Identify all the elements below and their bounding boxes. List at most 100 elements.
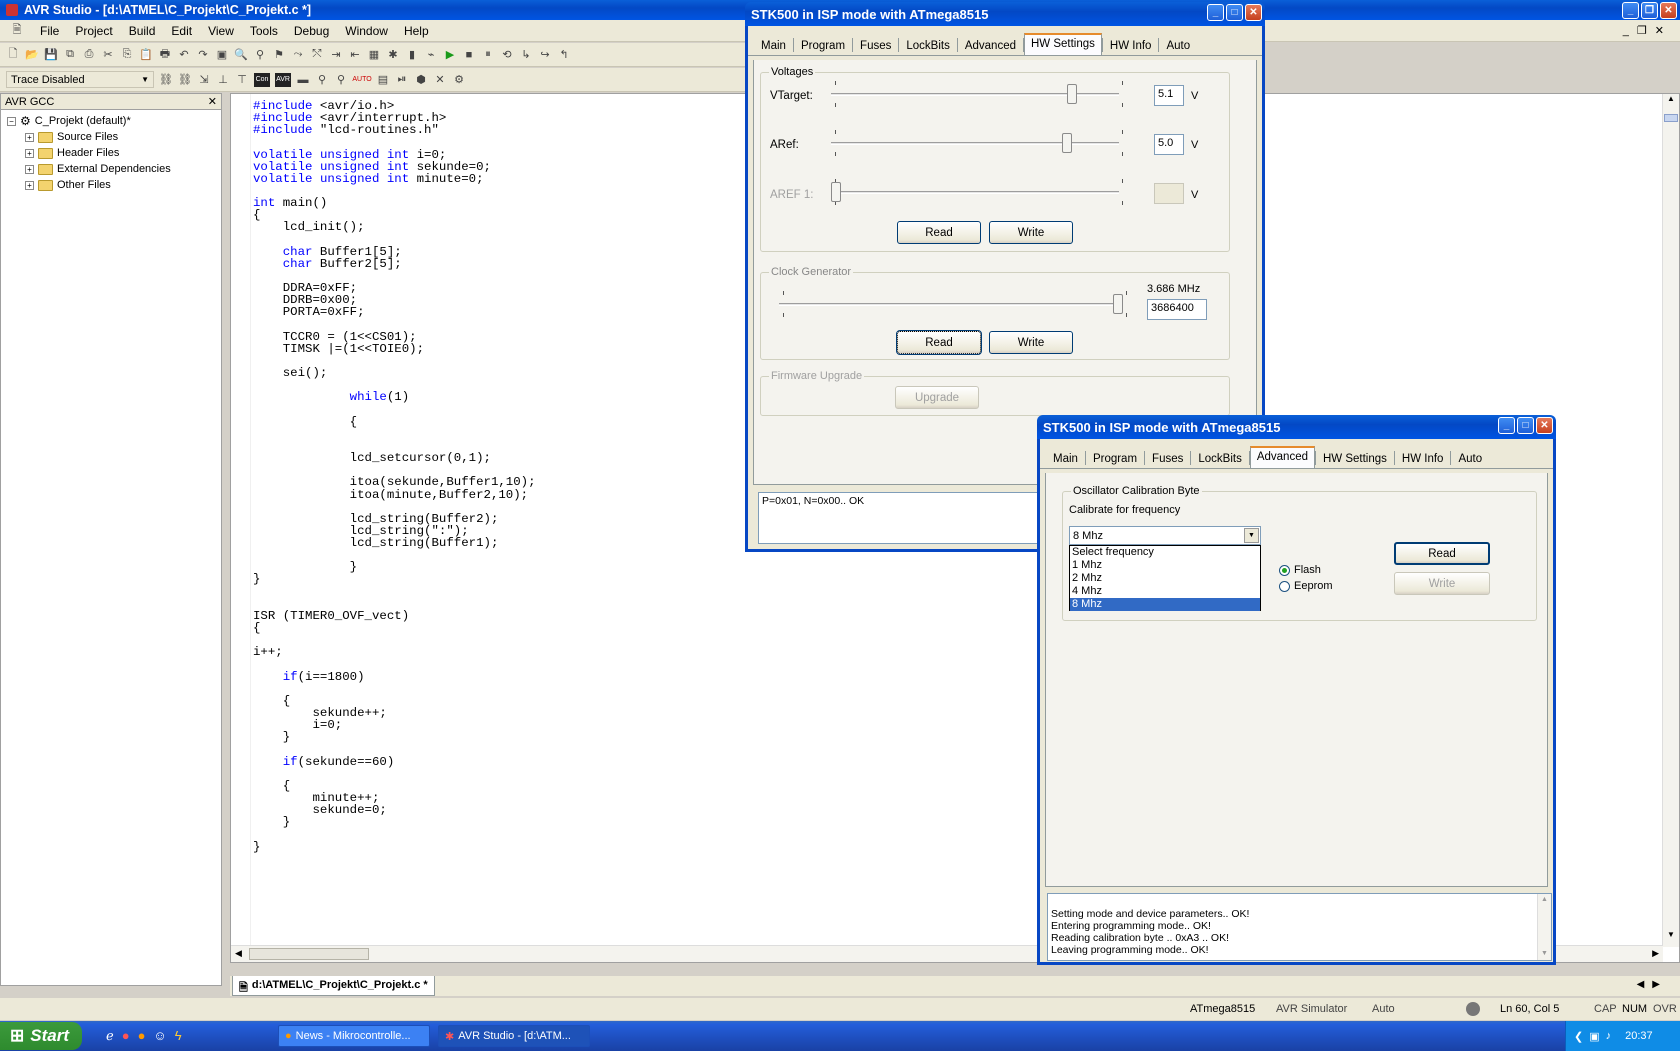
firefox-icon[interactable]: ● — [138, 1028, 146, 1044]
tree-item[interactable]: + External Dependencies — [7, 161, 221, 177]
tab-program[interactable]: Program — [1085, 449, 1145, 468]
scroll-down-icon[interactable]: ▼ — [1538, 948, 1551, 960]
chevron-down-icon[interactable]: ▼ — [1244, 528, 1259, 543]
vtarget-input[interactable]: 5.1 — [1154, 85, 1184, 106]
calibration-read-button[interactable]: Read — [1394, 542, 1490, 565]
clock-write-button[interactable]: Write — [989, 331, 1073, 354]
tray-arrow-icon[interactable]: ❮ — [1574, 1030, 1583, 1043]
tab-main[interactable]: Main — [1046, 449, 1085, 468]
tab-hw-settings[interactable]: HW Settings — [1316, 449, 1394, 468]
tab-program[interactable]: Program — [793, 36, 853, 55]
opera-icon[interactable]: ● — [122, 1028, 130, 1044]
playback-icon[interactable]: ⏯ — [395, 73, 409, 87]
scroll-right-icon[interactable]: ▶ — [1652, 948, 1659, 959]
messenger-icon[interactable]: ☺ — [153, 1028, 166, 1044]
dropdown-option[interactable]: 4 Mhz — [1070, 585, 1260, 598]
scroll-up-icon[interactable]: ▲ — [1538, 894, 1551, 906]
auto-icon[interactable]: AUTO — [352, 73, 371, 87]
mdi-controls[interactable]: _❐✕ — [1623, 24, 1672, 37]
document-tab[interactable]: 🗎 d:\ATMEL\C_Projekt\C_Projekt.c * — [232, 976, 435, 996]
open-folder-icon[interactable]: 📂 — [25, 48, 39, 62]
menu-help[interactable]: Help — [396, 24, 437, 38]
chip-icon[interactable]: ⬢ — [414, 73, 428, 87]
code-text[interactable]: #include <avr/io.h> #include <avr/interru… — [253, 100, 536, 853]
tree-item[interactable]: + Source Files — [7, 129, 221, 145]
tab-auto[interactable]: Auto — [1451, 449, 1490, 468]
scroll-up-icon[interactable]: ▲ — [1663, 94, 1679, 111]
voltages-write-button[interactable]: Write — [989, 221, 1073, 244]
reset-icon[interactable]: ⟲ — [500, 48, 514, 62]
flash-radio[interactable]: Flash — [1279, 564, 1321, 576]
tab-advanced[interactable]: Advanced — [1249, 446, 1315, 468]
step-out-icon[interactable]: ↰ — [557, 48, 571, 62]
menu-window[interactable]: Window — [337, 24, 396, 38]
program-chip-icon[interactable]: ▮ — [405, 48, 419, 62]
eeprom-radio[interactable]: Eeprom — [1279, 580, 1333, 592]
network-icon[interactable]: ▣ — [1589, 1030, 1599, 1043]
menu-project[interactable]: Project — [67, 24, 120, 38]
expand-icon[interactable]: + — [25, 180, 34, 190]
scroll-left-icon[interactable]: ◀ — [235, 948, 242, 959]
tab-lockbits[interactable]: LockBits — [1191, 449, 1249, 468]
tree-item[interactable]: + Header Files — [7, 145, 221, 161]
voltages-read-button[interactable]: Read — [897, 221, 981, 244]
aref-input[interactable]: 5.0 — [1154, 134, 1184, 155]
trace-run-icon[interactable]: ⇲ — [197, 73, 211, 87]
connect-icon[interactable]: ⌁ — [424, 48, 438, 62]
undo-icon[interactable]: ↶ — [177, 48, 191, 62]
trace-select[interactable]: Trace Disabled ▼ — [6, 71, 154, 88]
print-icon[interactable]: ⎙ — [82, 48, 96, 62]
tab-fuses[interactable]: Fuses — [1145, 449, 1191, 468]
cross-icon[interactable]: ✕ — [433, 73, 447, 87]
run-icon[interactable]: ▶ — [443, 48, 457, 62]
maximize-icon[interactable]: □ — [1517, 417, 1534, 434]
dropdown-option[interactable]: 2 Mhz — [1070, 572, 1260, 585]
jtag-icon[interactable]: ▬ — [296, 73, 310, 87]
close-icon[interactable]: ✕ — [1660, 2, 1677, 19]
vertical-scrollbar[interactable]: ▲ ▼ — [1662, 94, 1679, 947]
tab-nav-arrows[interactable]: ◀▶ — [1637, 979, 1668, 990]
build-icon[interactable]: ▦ — [367, 48, 381, 62]
print-preview-icon[interactable]: 🖶 — [158, 48, 172, 62]
bookmark-next-icon[interactable]: ⤳ — [291, 48, 305, 62]
tab-advanced[interactable]: Advanced — [957, 36, 1023, 55]
close-icon[interactable]: ✕ — [1245, 4, 1262, 21]
collapse-icon[interactable]: − — [7, 116, 16, 126]
close-icon[interactable]: ✕ — [208, 95, 217, 108]
clock-input[interactable]: 3686400 — [1147, 299, 1207, 320]
tab-hw-info[interactable]: HW Info — [1394, 449, 1451, 468]
menu-file[interactable]: File — [32, 24, 67, 38]
stop-icon[interactable]: ■ — [462, 48, 476, 62]
tab-auto[interactable]: Auto — [1159, 36, 1198, 55]
close-icon[interactable]: ✕ — [1536, 417, 1553, 434]
volume-icon[interactable]: ♪ — [1606, 1030, 1612, 1042]
windows-icon[interactable]: ▣ — [215, 48, 229, 62]
align-bottom-icon[interactable]: ⊥ — [216, 73, 230, 87]
new-file-icon[interactable]: 🗋 — [6, 48, 20, 62]
expand-icon[interactable]: + — [25, 148, 34, 158]
dropdown-option[interactable]: 8 Mhz — [1070, 598, 1260, 611]
winamp-icon[interactable]: ϟ — [175, 1028, 182, 1044]
tree-root[interactable]: − ⚙ C_Projekt (default)* — [7, 113, 221, 129]
compile-icon[interactable]: ✱ — [386, 48, 400, 62]
scroll-thumb[interactable] — [1664, 114, 1678, 122]
memory-icon[interactable]: ▤ — [376, 73, 390, 87]
clock-read-button[interactable]: Read — [896, 330, 982, 355]
slider-thumb[interactable] — [1113, 294, 1123, 314]
task-firefox[interactable]: ● News - Mikrocontrolle... — [278, 1025, 430, 1047]
menu-edit[interactable]: Edit — [163, 24, 200, 38]
restore-icon[interactable]: ❐ — [1641, 2, 1658, 19]
trace-icon[interactable]: ⛓ — [159, 73, 173, 87]
minimize-icon[interactable]: _ — [1622, 2, 1639, 19]
tree-item[interactable]: + Other Files — [7, 177, 221, 193]
scroll-down-icon[interactable]: ▼ — [1663, 930, 1679, 947]
frequency-select[interactable]: 8 Mhz ▼ — [1069, 526, 1261, 545]
redo-icon[interactable]: ↷ — [196, 48, 210, 62]
align-top-icon[interactable]: ⊤ — [235, 73, 249, 87]
tab-lockbits[interactable]: LockBits — [899, 36, 957, 55]
save-all-icon[interactable]: ⧉ — [63, 48, 77, 62]
expand-icon[interactable]: + — [25, 164, 34, 174]
h-scroll-thumb[interactable] — [249, 948, 369, 960]
step-into-icon[interactable]: ↳ — [519, 48, 533, 62]
settings-icon[interactable]: ⚙ — [452, 73, 466, 87]
